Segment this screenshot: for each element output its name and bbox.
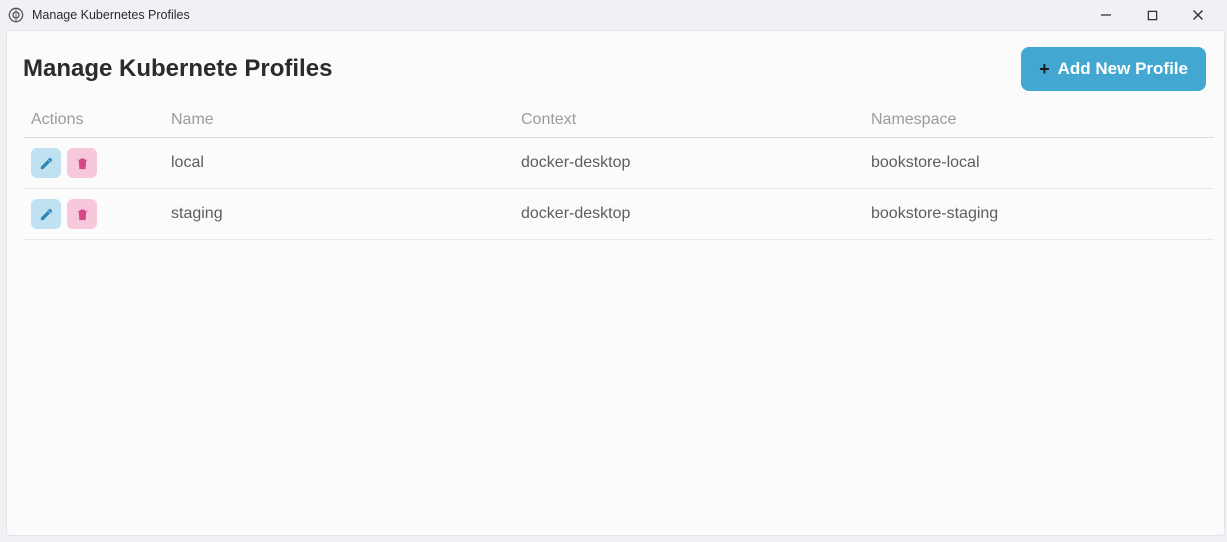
cell-context: docker-desktop (513, 138, 863, 189)
window-title: Manage Kubernetes Profiles (32, 8, 190, 22)
plus-icon: + (1039, 60, 1050, 78)
edit-button[interactable] (31, 148, 61, 178)
cell-name: local (163, 138, 513, 189)
trash-icon (75, 207, 90, 222)
page-title: Manage Kubernete Profiles (23, 55, 332, 83)
edit-button[interactable] (31, 199, 61, 229)
edit-icon (39, 156, 54, 171)
add-new-profile-button[interactable]: + Add New Profile (1021, 47, 1206, 91)
page-header: Manage Kubernete Profiles + Add New Prof… (23, 47, 1214, 91)
col-header-name: Name (163, 101, 513, 138)
row-actions (31, 148, 155, 178)
maximize-button[interactable] (1129, 0, 1175, 30)
delete-button[interactable] (67, 148, 97, 178)
cell-namespace: bookstore-local (863, 138, 1214, 189)
col-header-actions: Actions (23, 101, 163, 138)
maximize-icon (1147, 10, 1158, 21)
minimize-button[interactable] (1083, 0, 1129, 30)
cell-context: docker-desktop (513, 189, 863, 240)
cell-namespace: bookstore-staging (863, 189, 1214, 240)
app-icon (8, 7, 24, 23)
col-header-namespace: Namespace (863, 101, 1214, 138)
content-panel: Manage Kubernete Profiles + Add New Prof… (6, 30, 1225, 536)
close-button[interactable] (1175, 0, 1221, 30)
profiles-table: Actions Name Context Namespace (23, 101, 1214, 240)
table-header-row: Actions Name Context Namespace (23, 101, 1214, 138)
trash-icon (75, 156, 90, 171)
row-actions (31, 199, 155, 229)
col-header-context: Context (513, 101, 863, 138)
window-controls (1083, 0, 1221, 30)
table-row: staging docker-desktop bookstore-staging (23, 189, 1214, 240)
cell-name: staging (163, 189, 513, 240)
minimize-icon (1100, 9, 1112, 21)
titlebar: Manage Kubernetes Profiles (0, 0, 1227, 30)
scroll-area[interactable]: Manage Kubernete Profiles + Add New Prof… (23, 47, 1222, 519)
table-row: local docker-desktop bookstore-local (23, 138, 1214, 189)
close-icon (1192, 9, 1204, 21)
delete-button[interactable] (67, 199, 97, 229)
edit-icon (39, 207, 54, 222)
add-button-label: Add New Profile (1058, 59, 1188, 79)
